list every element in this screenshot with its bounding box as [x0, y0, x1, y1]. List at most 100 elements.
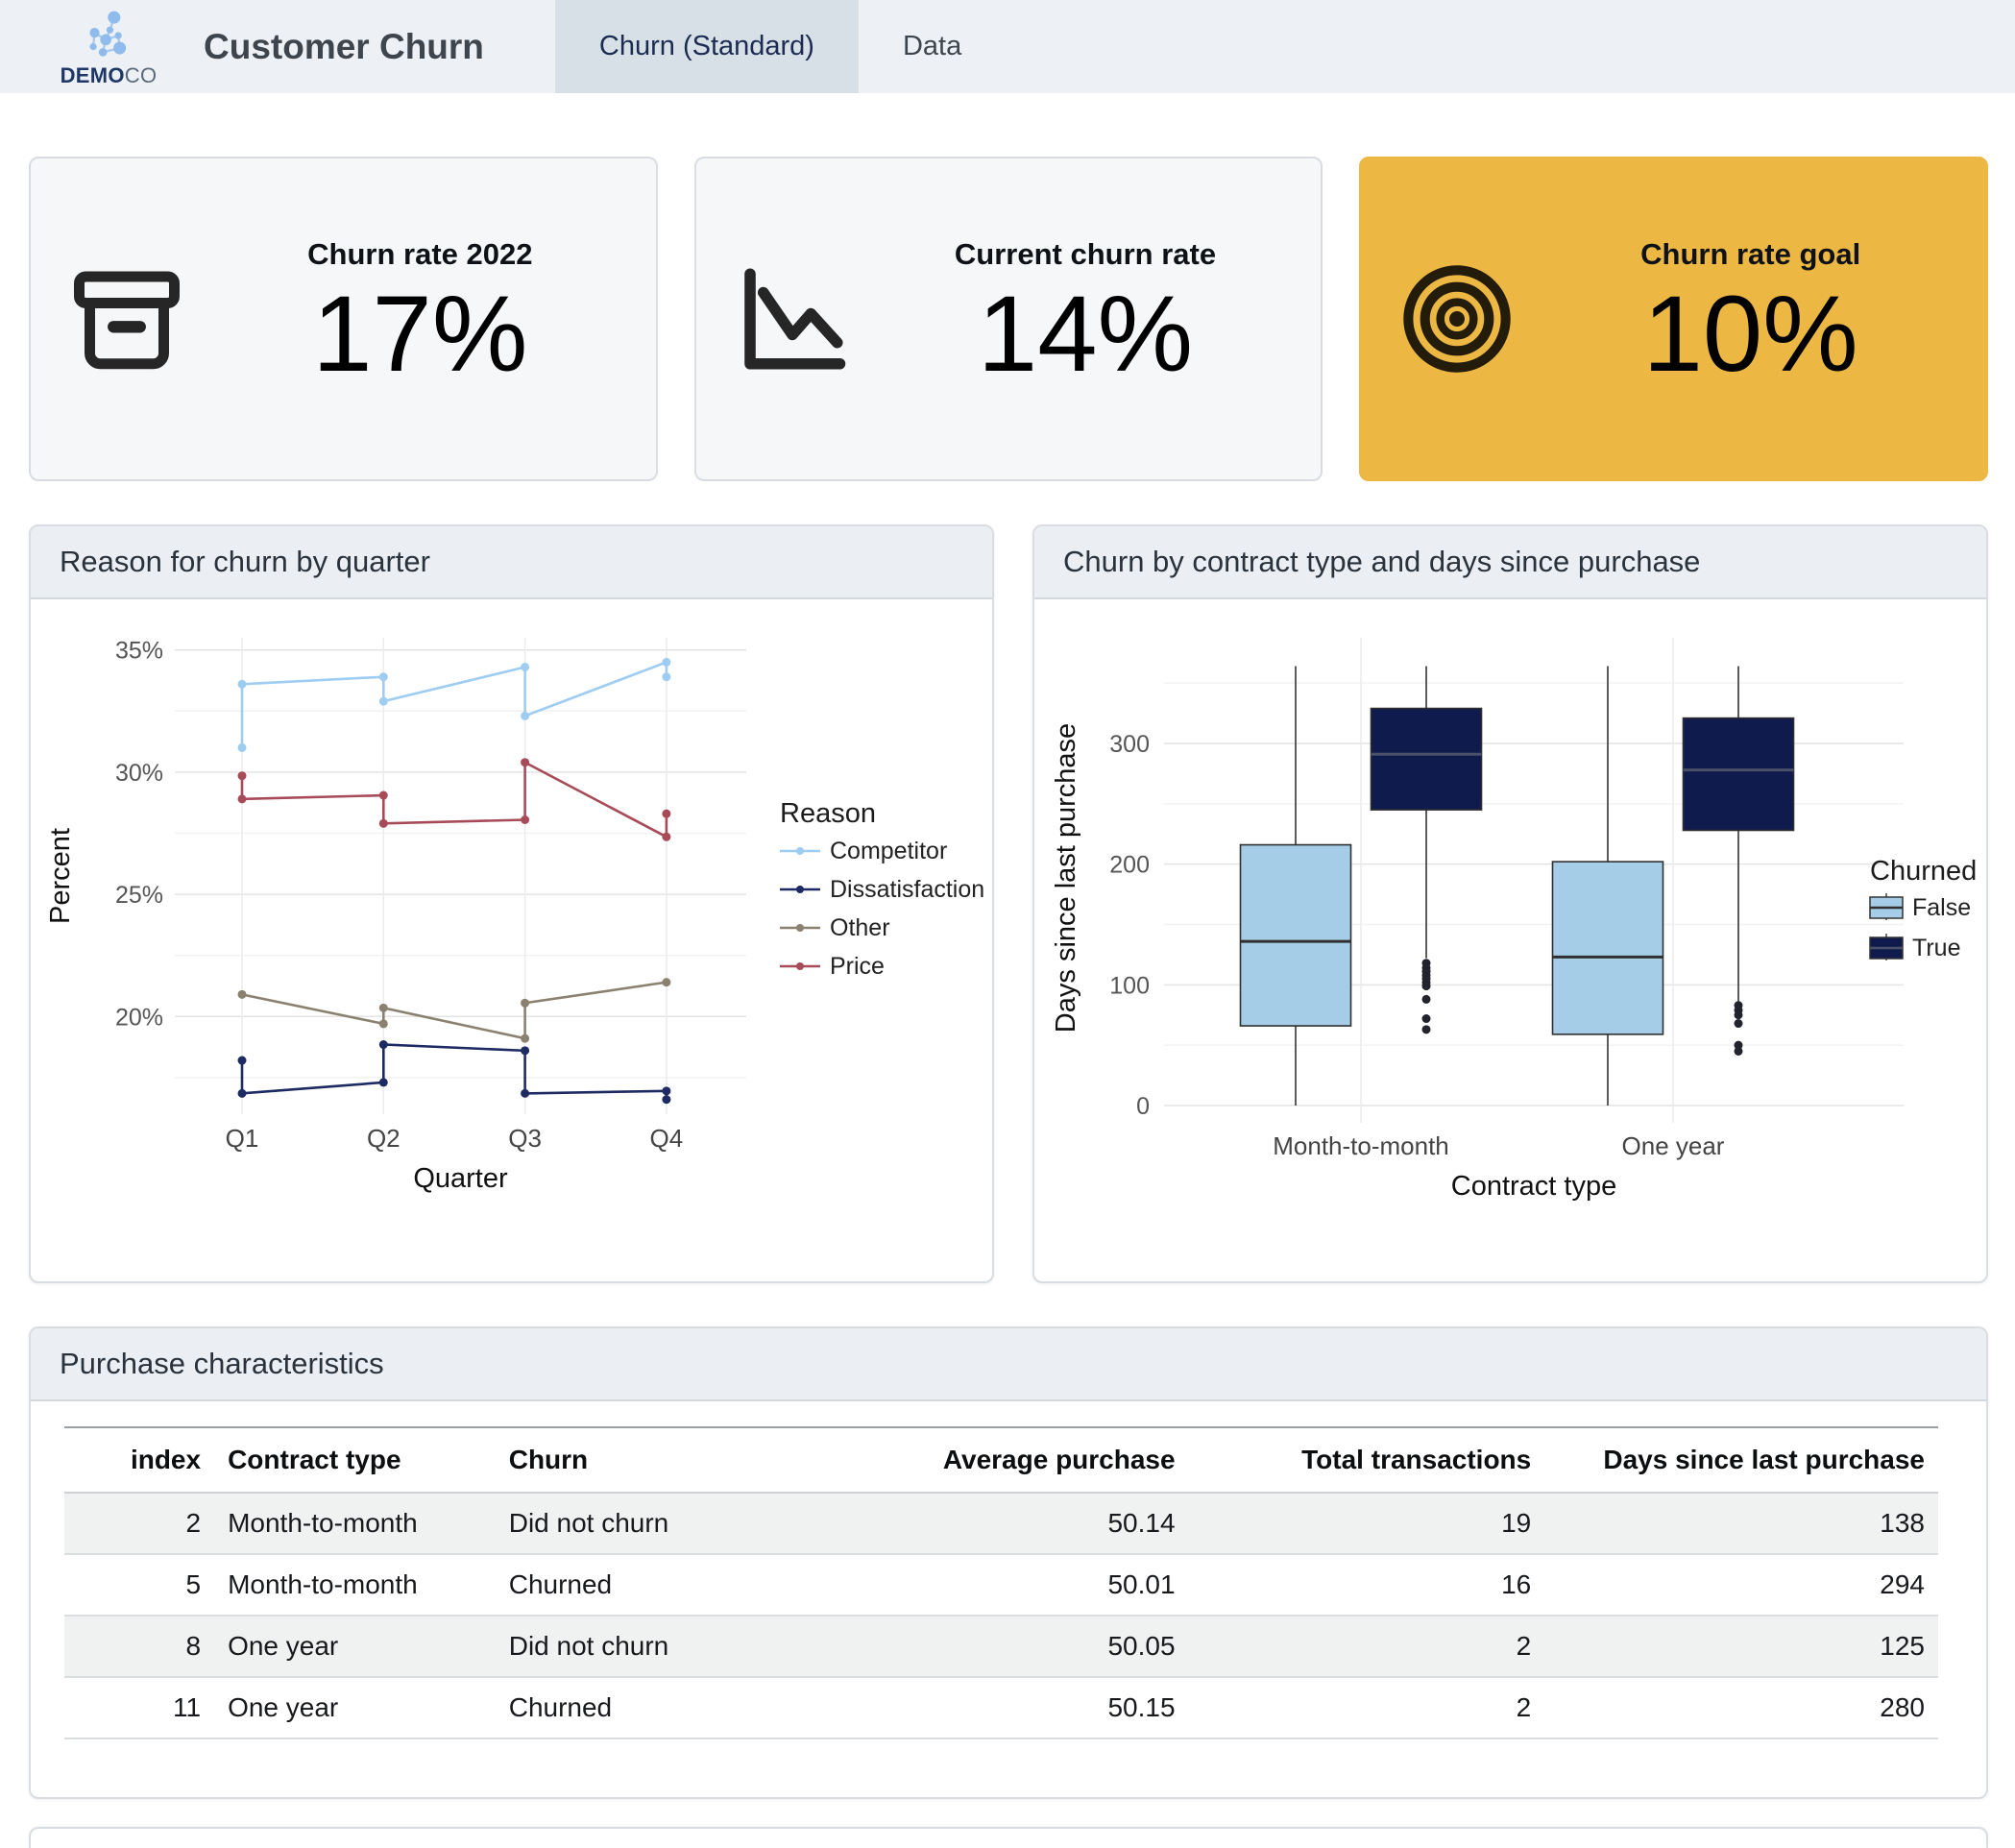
table-cell: 50.14 — [813, 1493, 1188, 1554]
churn-boxplot-chart: 0100200300Month-to-monthOne yearContract… — [1034, 599, 1986, 1283]
panel-title: Purchase characteristics — [31, 1328, 1986, 1401]
data-point — [379, 697, 388, 706]
data-point — [521, 712, 529, 720]
table-cell: 280 — [1544, 1677, 1938, 1739]
table-row: 2Month-to-monthDid not churn50.1419138 — [64, 1493, 1938, 1554]
x-tick-label: Q2 — [367, 1124, 401, 1153]
data-point — [662, 833, 670, 841]
kpi-card-churn-rate-goal: Churn rate goal 10% — [1359, 157, 1988, 481]
box-false — [1241, 845, 1351, 1027]
y-tick-label: 100 — [1109, 972, 1150, 999]
data-point — [662, 1086, 670, 1095]
column-header: Total transactions — [1189, 1427, 1545, 1493]
kpi-value: 14% — [978, 274, 1193, 394]
panel-churn-boxplot: Churn by contract type and days since pu… — [1032, 524, 1988, 1283]
nav-tabs: Churn (Standard) Data — [555, 0, 1006, 93]
box-true — [1684, 718, 1794, 831]
x-tick-label: Q4 — [650, 1124, 684, 1153]
table-cell: 294 — [1544, 1554, 1938, 1616]
panel-reason-for-churn: Reason for churn by quarter 35%30%25%20%… — [29, 524, 994, 1283]
kpi-value: 17% — [312, 274, 527, 394]
data-point — [521, 1089, 529, 1098]
target-icon — [1361, 257, 1553, 380]
data-point — [238, 990, 247, 999]
table-cell: 2 — [1189, 1616, 1545, 1677]
next-card-partial — [29, 1827, 1988, 1848]
box-false — [1553, 862, 1663, 1034]
outlier-point — [1422, 1014, 1431, 1023]
table-cell: 11 — [64, 1677, 214, 1739]
x-tick-label: One year — [1622, 1131, 1725, 1160]
y-tick-label: 20% — [115, 1004, 163, 1031]
table-row: 5Month-to-monthChurned50.0116294 — [64, 1554, 1938, 1616]
box-true — [1372, 709, 1482, 811]
data-point — [662, 810, 670, 818]
x-tick-label: Q1 — [226, 1124, 259, 1153]
legend-label: Competitor — [830, 838, 947, 864]
outlier-point — [1422, 982, 1431, 990]
data-point — [238, 1089, 247, 1098]
data-point — [238, 743, 247, 752]
x-tick-label: Month-to-month — [1273, 1131, 1449, 1160]
panel-purchase-characteristics: Purchase characteristics indexContract t… — [29, 1326, 1988, 1799]
series-line-other — [242, 983, 667, 1039]
legend-dot — [796, 962, 804, 970]
tab-churn-standard[interactable]: Churn (Standard) — [555, 0, 859, 93]
table-row: 8One yearDid not churn50.052125 — [64, 1616, 1938, 1677]
kpi-row: Churn rate 2022 17% Current churn rate 1… — [29, 157, 1988, 481]
data-point — [238, 1057, 247, 1065]
y-tick-label: 300 — [1109, 731, 1150, 758]
page-title: Customer Churn — [204, 27, 484, 67]
y-axis-label: Days since last purchase — [1051, 723, 1081, 1033]
kpi-value: 10% — [1643, 274, 1858, 394]
kpi-card-current-churn-rate: Current churn rate 14% — [694, 157, 1323, 481]
y-tick-label: 35% — [115, 638, 163, 665]
table-cell: 50.01 — [813, 1554, 1188, 1616]
data-point — [379, 1078, 388, 1086]
table-header-row: indexContract typeChurnAverage purchaseT… — [64, 1427, 1938, 1493]
table-cell: Month-to-month — [214, 1493, 496, 1554]
kpi-label: Churn rate goal — [1640, 237, 1860, 272]
data-point — [379, 672, 388, 681]
data-point — [379, 1019, 388, 1028]
table-cell: 2 — [64, 1493, 214, 1554]
network-logo-icon — [75, 8, 142, 63]
data-point — [379, 791, 388, 800]
legend-label: Dissatisfaction — [830, 876, 984, 903]
table-cell: 16 — [1189, 1554, 1545, 1616]
table-cell: Month-to-month — [214, 1554, 496, 1616]
y-tick-label: 200 — [1109, 852, 1150, 879]
legend-dot — [796, 924, 804, 932]
kpi-label: Churn rate 2022 — [307, 237, 532, 272]
table-cell: One year — [214, 1616, 496, 1677]
table-cell: Did not churn — [496, 1493, 814, 1554]
line-chart-down-icon — [696, 255, 888, 382]
column-header: Days since last purchase — [1544, 1427, 1938, 1493]
top-nav: DEMOCO Customer Churn Churn (Standard) D… — [0, 0, 2015, 93]
table-cell: 138 — [1544, 1493, 1938, 1554]
tab-data[interactable]: Data — [859, 0, 1006, 93]
column-header: index — [64, 1427, 214, 1493]
brand-name: DEMOCO — [61, 65, 158, 86]
table-cell: Churned — [496, 1677, 814, 1739]
archive-box-icon — [31, 255, 223, 382]
legend-label: True — [1912, 935, 1960, 961]
data-point — [521, 999, 529, 1008]
y-axis-label: Percent — [45, 828, 76, 924]
table-cell: 8 — [64, 1616, 214, 1677]
data-point — [379, 819, 388, 828]
legend-label: Other — [830, 914, 890, 941]
data-point — [662, 672, 670, 681]
series-line-dissatisfaction — [242, 1045, 667, 1100]
data-point — [238, 794, 247, 803]
table-cell: 50.05 — [813, 1616, 1188, 1677]
column-header: Contract type — [214, 1427, 496, 1493]
purchase-characteristics-table: indexContract typeChurnAverage purchaseT… — [64, 1426, 1938, 1739]
legend-title: Churned — [1870, 856, 1977, 887]
data-point — [379, 1004, 388, 1012]
kpi-card-churn-rate-2022: Churn rate 2022 17% — [29, 157, 658, 481]
legend-title: Reason — [780, 798, 876, 829]
brand-logo: DEMOCO — [48, 0, 169, 93]
legend-label: Price — [830, 953, 885, 980]
y-tick-label: 30% — [115, 760, 163, 787]
